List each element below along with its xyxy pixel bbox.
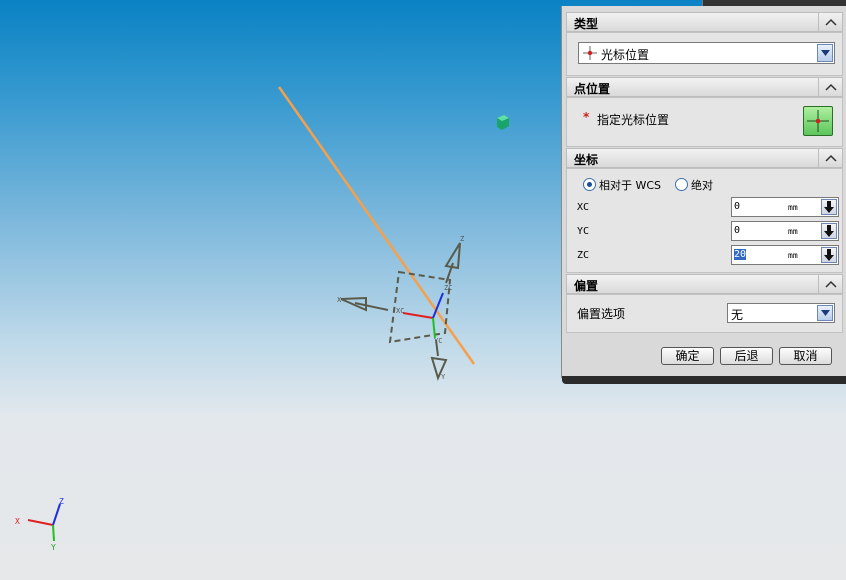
point-section-header[interactable]: 点位置 bbox=[566, 77, 843, 97]
point-collapse-button[interactable] bbox=[818, 77, 842, 97]
csys-label-yc: YC bbox=[434, 337, 442, 345]
csys-label-z: Z bbox=[460, 235, 464, 243]
point-section-body: * 指定光标位置 bbox=[566, 97, 843, 147]
zc-input[interactable]: 20 mm bbox=[731, 245, 839, 265]
xc-value: 0 bbox=[734, 201, 741, 212]
zc-unit: mm bbox=[788, 251, 798, 260]
offset-option-select[interactable]: 无 bbox=[727, 303, 835, 323]
dialog-bottom-edge bbox=[562, 376, 846, 384]
radio-absolute-label: 绝对 bbox=[691, 179, 713, 192]
csys-y-axis[interactable] bbox=[432, 317, 436, 339]
yc-unit: mm bbox=[788, 227, 798, 236]
yc-label: YC bbox=[577, 226, 590, 237]
offset-option-label: 偏置选项 bbox=[577, 307, 626, 321]
triad-label-y: Y bbox=[51, 543, 56, 552]
view-triad: X Z Y bbox=[15, 497, 64, 552]
xc-label: XC bbox=[577, 202, 590, 213]
coord-collapse-button[interactable] bbox=[818, 148, 842, 168]
zc-value: 20 bbox=[734, 249, 747, 260]
offset-section-body: 偏置选项 无 bbox=[566, 294, 843, 333]
type-section-header[interactable]: 类型 bbox=[566, 12, 843, 32]
triad-label-x: X bbox=[15, 517, 20, 526]
zc-spin-icon[interactable] bbox=[821, 247, 837, 263]
chevron-up-icon bbox=[824, 18, 837, 26]
yc-spin-icon[interactable] bbox=[821, 223, 837, 239]
back-button[interactable]: 后退 bbox=[720, 347, 773, 365]
point-dialog: 类型 光标位置 点位置 * 指定光标位置 坐标 相对于 WCS 绝对 XC 0 … bbox=[561, 0, 846, 384]
type-select-value: 光标位置 bbox=[601, 48, 650, 62]
xc-unit: mm bbox=[788, 203, 798, 212]
dropdown-arrow-icon[interactable] bbox=[817, 44, 833, 62]
dialog-top-strip bbox=[702, 0, 846, 6]
yc-input[interactable]: 0 mm bbox=[731, 221, 839, 241]
radio-relative-wcs[interactable] bbox=[583, 178, 596, 191]
xc-spin-icon[interactable] bbox=[821, 199, 837, 215]
xc-input[interactable]: 0 mm bbox=[731, 197, 839, 217]
type-section-body: 光标位置 bbox=[566, 32, 843, 76]
chevron-up-icon bbox=[824, 280, 837, 288]
green-point-marker[interactable] bbox=[497, 115, 509, 130]
specify-cursor-location-button[interactable] bbox=[803, 106, 833, 136]
offset-section-title: 偏置 bbox=[574, 279, 599, 293]
csys-label-xc: XC bbox=[396, 307, 404, 315]
point-constructor-icon bbox=[807, 110, 829, 132]
required-marker: * bbox=[583, 110, 590, 124]
csys-x-axis[interactable] bbox=[402, 312, 434, 319]
offset-section-header[interactable]: 偏置 bbox=[566, 274, 843, 294]
radio-absolute[interactable] bbox=[675, 178, 688, 191]
radio-relative-label: 相对于 WCS bbox=[599, 179, 662, 192]
coord-section-title: 坐标 bbox=[574, 153, 599, 167]
cursor-location-icon bbox=[583, 46, 597, 60]
zc-label: ZC bbox=[577, 250, 590, 261]
csys-manipulator[interactable]: X Z Y XC ZC YC bbox=[337, 235, 464, 381]
type-section-title: 类型 bbox=[574, 17, 599, 31]
chevron-up-icon bbox=[824, 83, 837, 91]
coord-section-body: 相对于 WCS 绝对 XC 0 mm YC 0 mm ZC 20 mm bbox=[566, 168, 843, 273]
triad-label-z: Z bbox=[59, 497, 64, 506]
coord-section-header[interactable]: 坐标 bbox=[566, 148, 843, 168]
type-collapse-button[interactable] bbox=[818, 12, 842, 32]
csys-label-y: Y bbox=[441, 373, 446, 381]
point-prompt-label: 指定光标位置 bbox=[597, 113, 670, 127]
offset-option-value: 无 bbox=[731, 308, 744, 322]
type-select[interactable]: 光标位置 bbox=[578, 42, 835, 64]
cancel-button[interactable]: 取消 bbox=[779, 347, 832, 365]
orange-line[interactable] bbox=[277, 86, 476, 365]
offset-collapse-button[interactable] bbox=[818, 274, 842, 294]
csys-label-zc: ZC bbox=[444, 284, 452, 292]
ok-button[interactable]: 确定 bbox=[661, 347, 714, 365]
point-section-title: 点位置 bbox=[574, 82, 611, 96]
dropdown-arrow-icon[interactable] bbox=[817, 305, 833, 321]
yc-value: 0 bbox=[734, 225, 741, 236]
chevron-up-icon bbox=[824, 154, 837, 162]
